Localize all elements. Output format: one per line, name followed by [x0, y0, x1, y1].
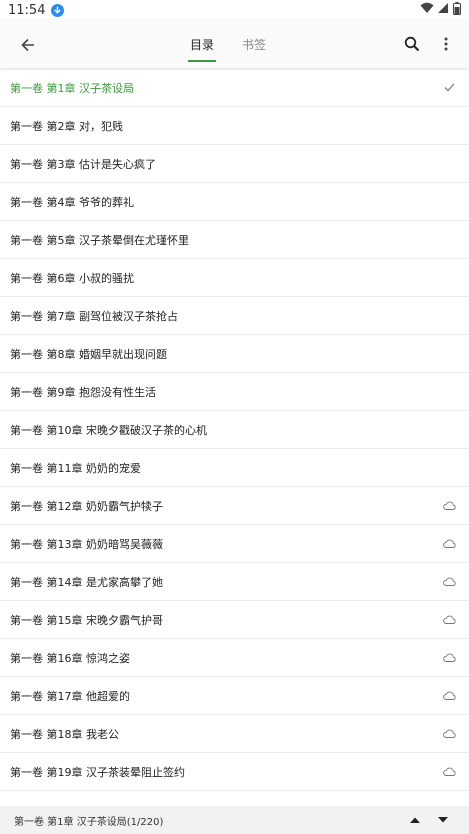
chapter-row[interactable]: 第一卷 第17章 他超爱的 [0, 677, 469, 715]
more-vert-icon[interactable] [434, 32, 458, 56]
chapter-title: 第一卷 第13章 奶奶暗骂吴薇薇 [10, 537, 163, 551]
chapter-row[interactable]: 第一卷 第19章 汉子茶装晕阻止签约 [0, 753, 469, 791]
chapter-row[interactable]: 第一卷 第7章 副驾位被汉子茶抢占 [0, 297, 469, 335]
chapter-title: 第一卷 第16章 惊鸿之姿 [10, 651, 130, 665]
chapter-row[interactable]: 第一卷 第10章 宋晚夕戳破汉子茶的心机 [0, 411, 469, 449]
chapter-list: 第一卷 第1章 汉子茶设局 第一卷 第2章 对，犯贱 第一卷 第3章 估计是失心… [0, 69, 469, 791]
chapter-title: 第一卷 第8章 婚姻早就出现问题 [10, 347, 167, 361]
chapter-row[interactable]: 第一卷 第4章 爷爷的葬礼 [0, 183, 469, 221]
chapter-title: 第一卷 第9章 抱怨没有性生活 [10, 385, 156, 399]
chapter-title: 第一卷 第14章 是尤家高攀了她 [10, 575, 163, 589]
download-badge-icon [51, 3, 65, 17]
toc-tabs: 目录 书签 [186, 20, 270, 68]
chapter-row[interactable]: 第一卷 第12章 奶奶霸气护犊子 [0, 487, 469, 525]
chapter-title: 第一卷 第11章 奶奶的宠爱 [10, 461, 141, 475]
chapter-title: 第一卷 第7章 副驾位被汉子茶抢占 [10, 309, 178, 323]
chapter-title: 第一卷 第15章 宋晚夕霸气护哥 [10, 613, 163, 627]
chapter-title: 第一卷 第18章 我老公 [10, 727, 119, 741]
signal-icon [438, 2, 449, 18]
top-toolbar: 目录 书签 [0, 20, 469, 68]
arrow-up-icon[interactable] [403, 808, 427, 832]
cloud-icon [441, 612, 457, 628]
bottom-bar: 第一卷 第1章 汉子茶设局(1/220) [0, 806, 469, 834]
cloud-icon [441, 650, 457, 666]
chapter-title: 第一卷 第19章 汉子茶装晕阻止签约 [10, 765, 185, 779]
search-icon[interactable] [400, 32, 424, 56]
cloud-icon [441, 574, 457, 590]
chapter-title: 第一卷 第1章 汉子茶设局 [10, 81, 134, 95]
chapter-row[interactable]: 第一卷 第14章 是尤家高攀了她 [0, 563, 469, 601]
chapter-title: 第一卷 第4章 爷爷的葬礼 [10, 195, 134, 209]
chapter-row[interactable]: 第一卷 第2章 对，犯贱 [0, 107, 469, 145]
chapter-row[interactable]: 第一卷 第15章 宋晚夕霸气护哥 [0, 601, 469, 639]
chapter-row[interactable]: 第一卷 第11章 奶奶的宠爱 [0, 449, 469, 487]
arrow-down-icon[interactable] [431, 808, 455, 832]
chapter-row[interactable]: 第一卷 第6章 小叔的骚扰 [0, 259, 469, 297]
current-chapter-info[interactable]: 第一卷 第1章 汉子茶设局(1/220) [14, 813, 399, 828]
chapter-row[interactable]: 第一卷 第3章 估计是失心疯了 [0, 145, 469, 183]
battery-icon [453, 1, 461, 19]
back-arrow-icon[interactable] [14, 31, 42, 59]
chapter-title: 第一卷 第2章 对，犯贱 [10, 119, 123, 133]
chapter-title: 第一卷 第6章 小叔的骚扰 [10, 271, 134, 285]
chapter-title: 第一卷 第17章 他超爱的 [10, 689, 130, 703]
chapter-row[interactable]: 第一卷 第16章 惊鸿之姿 [0, 639, 469, 677]
chapter-title: 第一卷 第5章 汉子茶晕倒在尤瑾怀里 [10, 233, 189, 247]
status-bar: 11:54 [0, 0, 469, 20]
tab-contents[interactable]: 目录 [186, 20, 218, 68]
wifi-icon [420, 2, 434, 18]
chapter-row[interactable]: 第一卷 第8章 婚姻早就出现问题 [0, 335, 469, 373]
check-icon [441, 80, 457, 96]
chapter-row[interactable]: 第一卷 第18章 我老公 [0, 715, 469, 753]
chapter-row[interactable]: 第一卷 第1章 汉子茶设局 [0, 69, 469, 107]
chapter-title: 第一卷 第3章 估计是失心疯了 [10, 157, 156, 171]
cloud-icon [441, 764, 457, 780]
chapter-row[interactable]: 第一卷 第5章 汉子茶晕倒在尤瑾怀里 [0, 221, 469, 259]
cloud-icon [441, 726, 457, 742]
chapter-row[interactable]: 第一卷 第9章 抱怨没有性生活 [0, 373, 469, 411]
chapter-title: 第一卷 第10章 宋晚夕戳破汉子茶的心机 [10, 423, 207, 437]
status-time: 11:54 [8, 2, 46, 18]
chapter-row[interactable]: 第一卷 第13章 奶奶暗骂吴薇薇 [0, 525, 469, 563]
tab-bookmarks[interactable]: 书签 [238, 20, 270, 68]
cloud-icon [441, 498, 457, 514]
cloud-icon [441, 688, 457, 704]
chapter-title: 第一卷 第12章 奶奶霸气护犊子 [10, 499, 163, 513]
cloud-icon [441, 536, 457, 552]
